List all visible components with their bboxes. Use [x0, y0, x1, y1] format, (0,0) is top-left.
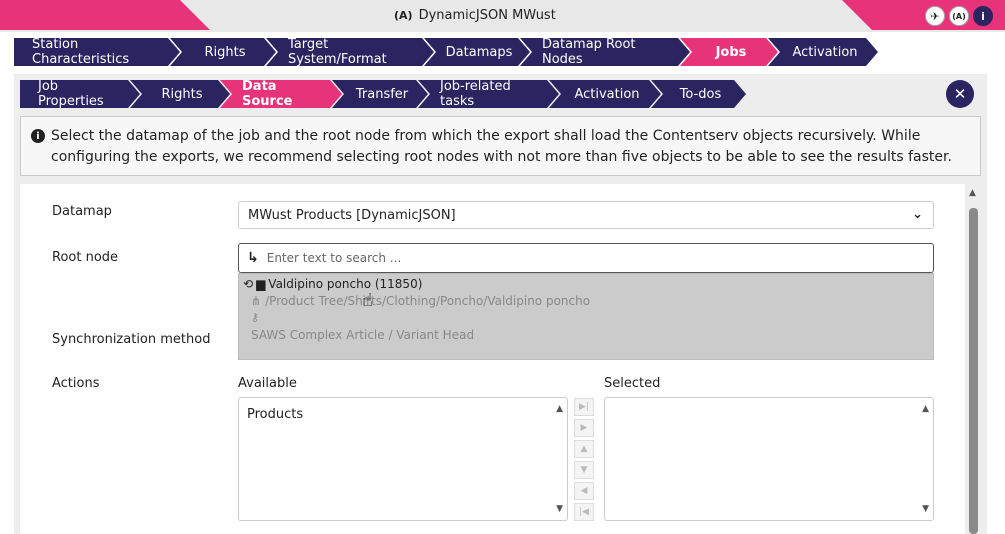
airplane-button[interactable]: ✈: [925, 6, 945, 26]
move-buttons: ▶| ▶ ▲ ▼ ◀ |◀: [574, 398, 594, 521]
window-title: (A) DynamicJSON MWust: [394, 8, 556, 23]
move-all-left-icon: |◀: [579, 507, 589, 517]
sub-tabs: Job Properties Rights Data Source Transf…: [20, 80, 736, 108]
dropdown-item-path: ⋔ /Product Tree/Shirts/Clothing/Poncho/V…: [251, 294, 591, 308]
move-up-button[interactable]: ▲: [574, 440, 594, 458]
move-all-right-icon: ▶|: [579, 402, 589, 412]
subtab-transfer[interactable]: Transfer: [332, 80, 428, 108]
actions-label: Actions: [52, 376, 100, 391]
panel-scrollbar[interactable]: ▲: [966, 184, 981, 534]
window-title-text: DynamicJSON MWust: [418, 8, 556, 23]
datamap-select[interactable]: MWust Products [DynamicJSON] ⌄: [238, 201, 934, 229]
list-item[interactable]: Products: [247, 407, 303, 422]
tree-icon: ⋔: [251, 294, 262, 308]
available-label: Available: [238, 376, 297, 391]
root-node-search-input[interactable]: [266, 251, 907, 265]
antenna-icon: (A): [952, 11, 966, 21]
root-node-search[interactable]: ↳: [238, 243, 934, 273]
scrollbar-thumb[interactable]: [969, 208, 978, 534]
info-icon: i: [31, 129, 45, 143]
dropdown-item[interactable]: ⟲ ▆ Valdipino poncho (11850): [243, 277, 422, 291]
info-button[interactable]: i: [973, 6, 993, 26]
datamap-label: Datamap: [52, 204, 112, 219]
title-bar-accent-left: [0, 0, 210, 30]
subtab-data-source[interactable]: Data Source: [220, 80, 342, 108]
antenna-icon: (A): [394, 9, 413, 22]
subtab-rights[interactable]: Rights: [130, 80, 230, 108]
move-right-button[interactable]: ▶: [574, 419, 594, 437]
tab-datamap-root-nodes[interactable]: Datamap Root Nodes: [520, 38, 690, 66]
tab-station-characteristics[interactable]: Station Characteristics: [14, 38, 180, 66]
tab-rights[interactable]: Rights: [170, 38, 276, 66]
root-node-dropdown[interactable]: ⟲ ▆ Valdipino poncho (11850) ⋔ /Product …: [238, 273, 934, 360]
tab-target-system-format[interactable]: Target System/Format: [266, 38, 434, 66]
return-arrow-icon: ↳: [247, 250, 259, 266]
info-text: Select the datamap of the job and the ro…: [51, 128, 952, 165]
subtab-job-related-tasks[interactable]: Job-related tasks: [418, 80, 559, 108]
dropdown-item-type: SAWS Complex Article / Variant Head: [251, 328, 475, 342]
folder-icon: ▆: [256, 277, 266, 291]
move-all-left-button[interactable]: |◀: [574, 503, 594, 521]
airplane-icon: ✈: [930, 9, 940, 23]
tab-jobs[interactable]: Jobs: [680, 38, 778, 66]
move-left-icon: ◀: [580, 486, 588, 496]
title-bar: (A) DynamicJSON MWust ✈ (A) i: [0, 0, 1005, 32]
scroll-up-icon[interactable]: ▲: [556, 404, 563, 414]
subtab-job-properties[interactable]: Job Properties: [20, 80, 140, 108]
available-list[interactable]: Products ▲ ▼: [238, 397, 568, 521]
move-down-icon: ▼: [580, 465, 588, 475]
scroll-down-icon[interactable]: ▼: [556, 504, 563, 514]
job-panel: Job Properties Rights Data Source Transf…: [14, 74, 987, 534]
move-down-button[interactable]: ▼: [574, 461, 594, 479]
info-box: i Select the datamap of the job and the …: [20, 116, 981, 176]
tab-activation[interactable]: Activation: [768, 38, 878, 66]
history-icon: ⟲: [243, 277, 254, 291]
chevron-down-icon: ⌄: [912, 207, 923, 222]
scroll-up-icon[interactable]: ▲: [922, 404, 929, 414]
selected-label: Selected: [604, 376, 661, 391]
subtab-to-dos[interactable]: To-dos: [651, 80, 746, 108]
sync-method-label: Synchronization method: [52, 332, 211, 347]
subtab-activation[interactable]: Activation: [549, 80, 661, 108]
scroll-down-icon[interactable]: ▼: [922, 504, 929, 514]
antenna-button[interactable]: (A): [949, 6, 969, 26]
info-icon: i: [981, 9, 985, 23]
selected-list[interactable]: ▲ ▼: [604, 397, 934, 521]
move-left-button[interactable]: ◀: [574, 482, 594, 500]
scroll-up-icon[interactable]: ▲: [969, 188, 976, 198]
move-right-icon: ▶: [580, 423, 588, 433]
hand-cursor-icon: ☝: [362, 290, 373, 311]
close-icon: ✕: [953, 85, 967, 103]
move-up-icon: ▲: [580, 444, 588, 454]
close-button[interactable]: ✕: [946, 80, 974, 108]
tab-datamaps[interactable]: Datamaps: [424, 38, 530, 66]
key-icon: ⚷: [251, 311, 260, 324]
datamap-value: MWust Products [DynamicJSON]: [248, 208, 456, 223]
main-tabs: Station Characteristics Rights Target Sy…: [14, 38, 868, 66]
data-source-form: Datamap MWust Products [DynamicJSON] ⌄ R…: [20, 184, 965, 534]
root-node-label: Root node: [52, 250, 119, 265]
dropdown-item-name: Valdipino poncho (11850): [268, 277, 423, 291]
move-all-right-button[interactable]: ▶|: [574, 398, 594, 416]
